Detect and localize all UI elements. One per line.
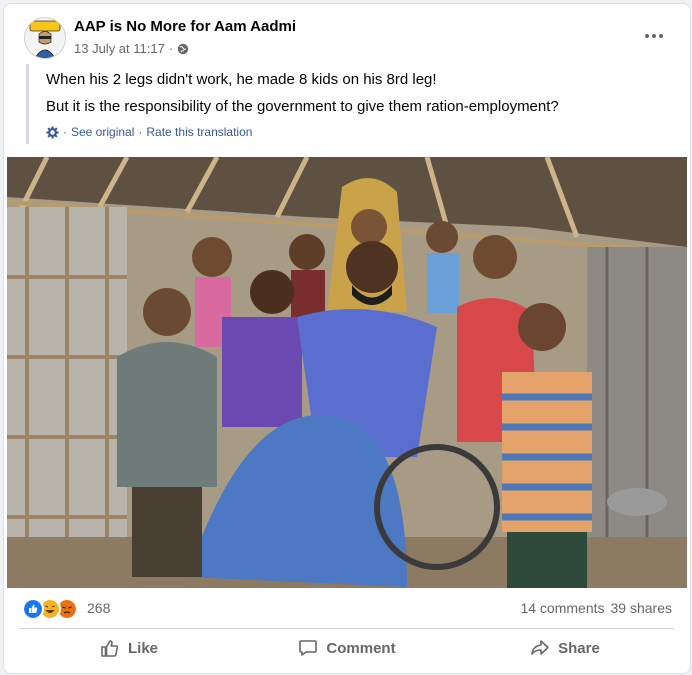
shares-count[interactable]: 39 shares	[611, 600, 672, 616]
engagement-counts: 14 comments 39 shares	[520, 600, 672, 616]
translation-bar: · See original · Rate this translation	[46, 125, 252, 139]
comment-label: Comment	[326, 639, 396, 657]
post-card: AAP is No More for Aam Aadmi 13 July at …	[3, 3, 691, 674]
reactions-bar: 268 14 comments 39 shares	[4, 594, 690, 622]
post-text-line-2: But it is the responsibility of the gove…	[46, 98, 559, 115]
like-label: Like	[127, 639, 158, 657]
thumbs-up-icon	[101, 640, 119, 657]
avatar-cartoon-icon	[25, 18, 65, 58]
like-button[interactable]: Like	[20, 631, 238, 665]
dot-icon	[645, 34, 649, 38]
share-arrow-icon	[531, 640, 549, 655]
like-icon	[22, 598, 44, 620]
page-name-link[interactable]: AAP is No More for Aam Aadmi	[74, 18, 296, 35]
translation-separator: ·	[138, 125, 143, 139]
post-date[interactable]: 13 July at 11:17	[74, 41, 165, 56]
meta-separator: ·	[168, 41, 174, 56]
translation-separator: ·	[63, 125, 67, 139]
reaction-icons[interactable]	[22, 598, 78, 620]
reaction-count[interactable]: 268	[87, 600, 110, 616]
post-text-line-1: When his 2 legs didn't work, he made 8 k…	[46, 71, 437, 88]
dot-icon	[659, 34, 663, 38]
comment-icon	[299, 640, 318, 656]
globe-icon[interactable]	[177, 43, 189, 55]
rate-translation-link[interactable]: Rate this translation	[146, 125, 252, 139]
dot-icon	[652, 34, 656, 38]
action-bar: Like Comment Share	[20, 631, 674, 665]
divider	[20, 628, 674, 629]
share-button[interactable]: Share	[456, 631, 674, 665]
post-text: When his 2 legs didn't work, he made 8 k…	[26, 64, 683, 144]
comments-count[interactable]: 14 comments	[520, 600, 604, 616]
gear-icon	[46, 125, 59, 139]
share-label: Share	[558, 639, 600, 657]
comment-button[interactable]: Comment	[238, 631, 456, 665]
page-avatar[interactable]	[24, 17, 66, 59]
post-photo[interactable]	[7, 157, 687, 588]
more-options-button[interactable]	[640, 22, 668, 50]
see-original-link[interactable]: See original	[71, 125, 134, 139]
post-meta: 13 July at 11:17 ·	[74, 41, 189, 56]
